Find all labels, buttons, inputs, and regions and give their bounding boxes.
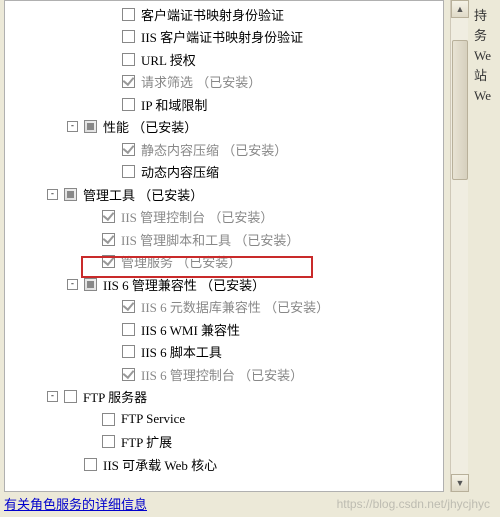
- feature-checkbox[interactable]: [122, 30, 135, 43]
- tree-row[interactable]: IIS 客户端证书映射身份验证: [5, 26, 443, 49]
- watermark: https://blog.csdn.net/jhycjhyc: [337, 497, 490, 511]
- side-text-fragment: 持: [474, 6, 498, 26]
- tree-row[interactable]: FTP Service: [5, 408, 443, 431]
- feature-label: FTP 服务器: [83, 387, 147, 406]
- feature-label: IIS 6 脚本工具: [141, 342, 222, 361]
- feature-label: FTP 扩展: [121, 432, 172, 451]
- side-text-fragment: We: [474, 46, 498, 66]
- feature-checkbox[interactable]: [84, 120, 97, 133]
- tree-row[interactable]: - 管理工具 （已安装）: [5, 183, 443, 206]
- feature-checkbox: [122, 75, 135, 88]
- feature-checkbox: [122, 143, 135, 156]
- collapse-icon[interactable]: -: [47, 189, 58, 200]
- feature-checkbox[interactable]: [84, 278, 97, 291]
- feature-label: IIS 管理脚本和工具 （已安装）: [121, 230, 299, 249]
- scroll-down-button[interactable]: ▼: [451, 474, 469, 492]
- feature-tree: 客户端证书映射身份验证 IIS 客户端证书映射身份验证 URL 授权请求筛选 （已安…: [5, 1, 443, 476]
- tree-row[interactable]: IIS 管理控制台 （已安装）: [5, 206, 443, 229]
- tree-row[interactable]: 静态内容压缩 （已安装）: [5, 138, 443, 161]
- tree-row[interactable]: IIS 6 脚本工具: [5, 341, 443, 364]
- role-services-info-link[interactable]: 有关角色服务的详细信息: [4, 494, 147, 513]
- feature-checkbox[interactable]: [122, 345, 135, 358]
- feature-checkbox: [102, 233, 115, 246]
- feature-checkbox[interactable]: [102, 435, 115, 448]
- feature-checkbox: [102, 255, 115, 268]
- feature-checkbox: [122, 300, 135, 313]
- feature-checkbox[interactable]: [122, 323, 135, 336]
- feature-label: IIS 6 元数据库兼容性 （已安装）: [141, 297, 329, 316]
- feature-label: 请求筛选 （已安装）: [141, 72, 261, 91]
- feature-label: IIS 6 管理兼容性 （已安装）: [103, 275, 265, 294]
- feature-label: 静态内容压缩 （已安装）: [141, 140, 287, 159]
- scrollbar-track[interactable]: ▲ ▼: [450, 0, 468, 492]
- feature-label: 动态内容压缩: [141, 162, 219, 181]
- feature-checkbox: [102, 210, 115, 223]
- feature-label: URL 授权: [141, 50, 196, 69]
- feature-checkbox[interactable]: [122, 8, 135, 21]
- feature-label: IIS 6 管理控制台 （已安装）: [141, 365, 303, 384]
- collapse-icon[interactable]: -: [47, 391, 58, 402]
- feature-label: IIS 管理控制台 （已安装）: [121, 207, 273, 226]
- feature-label: 管理工具 （已安装）: [83, 185, 203, 204]
- feature-checkbox[interactable]: [84, 458, 97, 471]
- feature-label: IIS 可承载 Web 核心: [103, 455, 217, 474]
- side-text-fragment: 务: [474, 26, 498, 46]
- tree-row[interactable]: 动态内容压缩: [5, 161, 443, 184]
- tree-row[interactable]: - FTP 服务器: [5, 386, 443, 409]
- feature-checkbox[interactable]: [122, 165, 135, 178]
- feature-label: 性能 （已安装）: [103, 117, 197, 136]
- side-text-fragment: We: [474, 86, 498, 106]
- feature-label: IIS 6 WMI 兼容性: [141, 320, 240, 339]
- feature-checkbox[interactable]: [64, 390, 77, 403]
- feature-checkbox[interactable]: [102, 413, 115, 426]
- tree-row[interactable]: - IIS 6 管理兼容性 （已安装）: [5, 273, 443, 296]
- feature-label: 客户端证书映射身份验证: [141, 5, 284, 24]
- scroll-thumb[interactable]: [452, 40, 468, 180]
- feature-checkbox[interactable]: [64, 188, 77, 201]
- feature-tree-panel: 客户端证书映射身份验证 IIS 客户端证书映射身份验证 URL 授权请求筛选 （已安…: [4, 0, 444, 492]
- tree-row[interactable]: FTP 扩展: [5, 431, 443, 454]
- tree-row[interactable]: 客户端证书映射身份验证: [5, 3, 443, 26]
- feature-label: FTP Service: [121, 411, 185, 427]
- tree-row[interactable]: IIS 管理脚本和工具 （已安装）: [5, 228, 443, 251]
- tree-row[interactable]: - 性能 （已安装）: [5, 116, 443, 139]
- tree-row[interactable]: 请求筛选 （已安装）: [5, 71, 443, 94]
- feature-label: IIS 客户端证书映射身份验证: [141, 27, 303, 46]
- side-text-fragment: 站: [474, 66, 498, 86]
- tree-row[interactable]: IP 和域限制: [5, 93, 443, 116]
- tree-row[interactable]: 管理服务 （已安装）: [5, 251, 443, 274]
- collapse-icon[interactable]: -: [67, 121, 78, 132]
- feature-label: IP 和域限制: [141, 95, 207, 114]
- feature-checkbox[interactable]: [122, 98, 135, 111]
- collapse-icon[interactable]: -: [67, 279, 78, 290]
- side-help-panel: 持务We站We: [474, 6, 498, 106]
- tree-row[interactable]: IIS 可承载 Web 核心: [5, 453, 443, 476]
- feature-label: 管理服务 （已安装）: [121, 252, 241, 271]
- tree-row[interactable]: IIS 6 元数据库兼容性 （已安装）: [5, 296, 443, 319]
- feature-checkbox[interactable]: [122, 53, 135, 66]
- feature-checkbox: [122, 368, 135, 381]
- tree-row[interactable]: IIS 6 WMI 兼容性: [5, 318, 443, 341]
- tree-row[interactable]: URL 授权: [5, 48, 443, 71]
- tree-row[interactable]: IIS 6 管理控制台 （已安装）: [5, 363, 443, 386]
- scroll-up-button[interactable]: ▲: [451, 0, 469, 18]
